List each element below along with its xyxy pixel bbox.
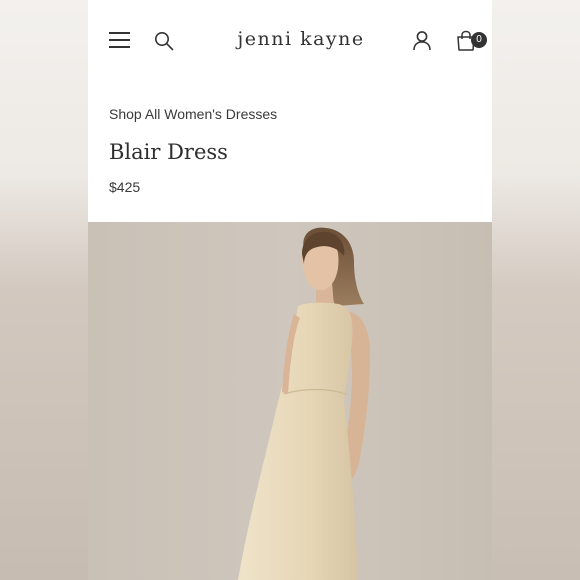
blurred-background-left [0,0,88,580]
hamburger-menu-icon[interactable] [109,32,130,48]
product-price: $425 [109,179,141,195]
model-photo [238,227,370,580]
product-page: Jenni Kayne 0 Shop All Women's Dresses B… [88,0,492,580]
product-image[interactable] [88,222,492,580]
breadcrumb-link[interactable]: Shop All Women's Dresses [109,106,277,122]
user-icon[interactable] [412,30,432,51]
cart-count-badge[interactable]: 0 [471,32,487,48]
blurred-background-right [492,0,580,580]
search-icon[interactable] [154,31,174,51]
product-title: Blair Dress [109,140,228,164]
brand-logo[interactable]: Jenni Kayne [226,28,376,50]
site-header: Jenni Kayne 0 [88,0,492,80]
